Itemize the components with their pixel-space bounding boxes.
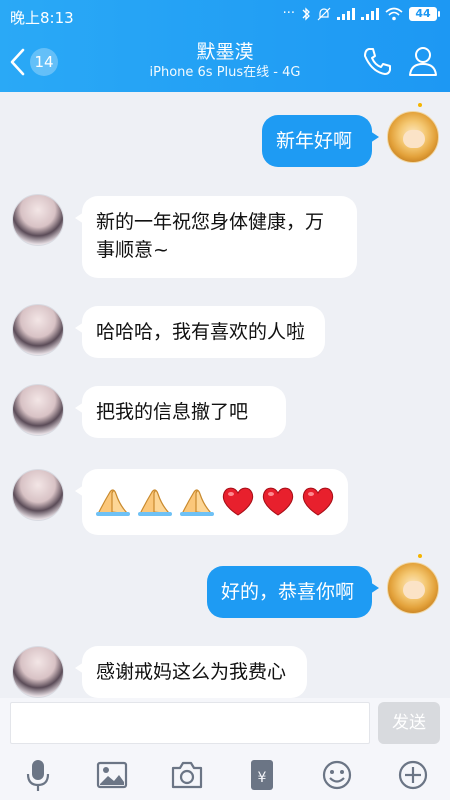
message-bubble-other[interactable]: 新的一年祝您身体健康，万 事顺意~	[75, 196, 357, 278]
message-bubble-self[interactable]: 新年好啊	[262, 115, 379, 167]
vip-dot-icon	[418, 103, 422, 107]
status-icons: ··· 44	[283, 6, 440, 21]
message-input[interactable]	[10, 702, 370, 744]
message-text: 把我的信息撤了吧	[96, 401, 249, 423]
dots-icon: ···	[282, 6, 295, 21]
send-button[interactable]: 发送	[378, 702, 440, 744]
input-bar: 发送	[0, 698, 450, 750]
message-bubble-other[interactable]: 感谢戒妈这么为我费心	[75, 646, 307, 698]
bluetooth-icon	[302, 6, 310, 21]
mute-icon	[317, 7, 331, 20]
heart-icon	[262, 487, 294, 516]
message-text: 哈哈哈，我有喜欢的人啦	[96, 321, 306, 343]
contact-avatar[interactable]	[12, 304, 64, 356]
chevron-left-icon	[10, 48, 25, 76]
message-bubble-other[interactable]	[75, 469, 348, 535]
folded-hands-icon	[96, 489, 130, 516]
my-avatar[interactable]	[387, 562, 439, 614]
message-bubble-other[interactable]: 哈哈哈，我有喜欢的人啦	[75, 306, 325, 358]
contact-status: iPhone 6s Plus在线 - 4G	[149, 65, 301, 80]
plus-icon[interactable]	[396, 758, 430, 792]
signal-icon	[337, 7, 355, 20]
image-icon[interactable]	[95, 758, 129, 792]
status-time: 晚上8:13	[10, 9, 74, 27]
folded-hands-icon	[138, 489, 172, 516]
contact-name: 默墨漠	[196, 41, 254, 63]
my-avatar[interactable]	[387, 111, 439, 163]
emoji-row	[94, 483, 336, 519]
message-text: 好的，恭喜你啊	[221, 581, 355, 603]
message-bubble-other[interactable]: 把我的信息撤了吧	[75, 386, 286, 438]
red-packet-icon[interactable]: ¥	[245, 758, 279, 792]
contact-avatar[interactable]	[12, 384, 64, 436]
battery-icon: 44	[409, 6, 440, 21]
svg-text:¥: ¥	[258, 770, 267, 786]
message-text: 新年好啊	[276, 130, 353, 152]
vip-dot-icon	[418, 554, 422, 558]
status-bar: 晚上8:13 ··· 44	[0, 0, 450, 32]
message-text-line: 事顺意~	[96, 239, 169, 261]
heart-icon	[302, 487, 334, 516]
unread-count-badge: 14	[30, 48, 58, 76]
contact-avatar[interactable]	[12, 646, 64, 698]
chat-toolbar: ¥	[0, 750, 450, 800]
message-text: 感谢戒妈这么为我费心	[96, 661, 287, 683]
microphone-icon[interactable]	[21, 758, 55, 792]
folded-hands-icon	[180, 489, 214, 516]
camera-icon[interactable]	[170, 758, 204, 792]
contact-icon[interactable]	[406, 44, 440, 78]
heart-icon	[222, 487, 254, 516]
wifi-icon	[385, 7, 403, 20]
message-text-line: 新的一年祝您身体健康，万	[96, 211, 325, 233]
back-button[interactable]: 14	[8, 45, 64, 79]
message-list[interactable]: 新年好啊 新的一年祝您身体健康，万 事顺意~ 哈哈哈，我有喜欢的人啦 把我的信息…	[0, 92, 450, 698]
message-bubble-self[interactable]: 好的，恭喜你啊	[207, 566, 379, 618]
contact-avatar[interactable]	[12, 194, 64, 246]
battery-level: 44	[409, 6, 437, 21]
chat-title-area[interactable]: 默墨漠 iPhone 6s Plus在线 - 4G	[100, 40, 350, 82]
contact-avatar[interactable]	[12, 469, 64, 521]
emoji-icon[interactable]	[320, 758, 354, 792]
phone-icon[interactable]	[360, 44, 394, 78]
chat-header: 晚上8:13 ··· 44 14 默墨漠 iPhone 6s Plus在线 - …	[0, 0, 450, 92]
signal-icon	[361, 7, 379, 20]
